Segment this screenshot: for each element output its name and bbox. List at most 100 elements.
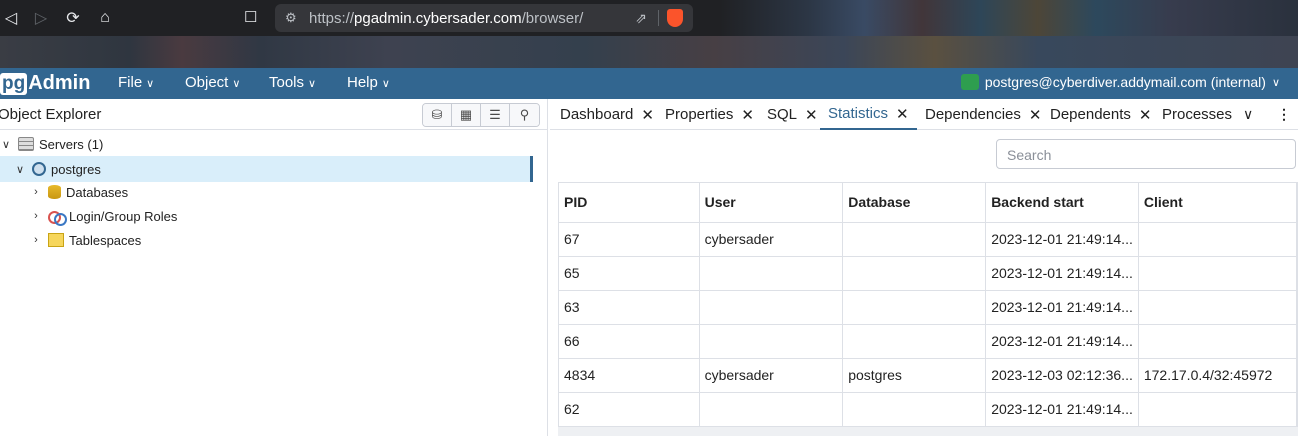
cell-backend-start[interactable]: 2023-12-03 02:12:36... <box>985 358 1139 393</box>
cell-pid[interactable]: 66 <box>559 324 700 359</box>
chevron-right-icon[interactable]: › <box>30 186 42 198</box>
chevron-down-icon: ∨ <box>381 78 390 90</box>
cell-pid[interactable]: 4834 <box>559 358 700 393</box>
reload-icon[interactable]: ⟳ <box>58 3 88 33</box>
cell-user[interactable] <box>699 324 844 359</box>
table-row[interactable]: 65 2023-12-01 21:49:14... <box>559 256 1297 291</box>
chevron-right-icon[interactable]: › <box>30 210 42 222</box>
cell-user[interactable]: cybersader <box>699 222 844 257</box>
query-tool-icon[interactable]: ⛁ <box>423 104 452 126</box>
menu-help[interactable]: Help ∨ <box>347 74 390 91</box>
tree-item-tablespaces[interactable]: › Tablespaces <box>0 228 533 252</box>
cell-client[interactable] <box>1138 222 1297 257</box>
cell-backend-start[interactable]: 2023-12-01 21:49:14... <box>985 392 1139 427</box>
close-icon[interactable]: ✕ <box>805 106 818 124</box>
cell-user[interactable] <box>699 256 844 291</box>
cell-user[interactable]: cybersader <box>699 358 844 393</box>
tab-sql[interactable]: SQL ✕ <box>767 99 818 130</box>
tree-item-servers[interactable]: ∨ Servers (1) <box>0 132 533 156</box>
tab-dependencies[interactable]: Dependencies ✕ <box>925 99 1041 130</box>
brave-shield-icon[interactable] <box>667 9 683 27</box>
chevron-down-icon[interactable]: ∨ <box>1243 106 1253 123</box>
user-label: postgres@cyberdiver.addymail.com (intern… <box>984 74 1266 90</box>
table-row[interactable]: 62 2023-12-01 21:49:14... <box>559 392 1297 427</box>
tab-processes[interactable]: Processes <box>1162 99 1232 130</box>
cell-backend-start[interactable]: 2023-12-01 21:49:14... <box>985 256 1139 291</box>
close-icon[interactable]: ✕ <box>1139 106 1152 124</box>
pgadmin-logo[interactable]: pg Admin <box>0 71 90 96</box>
tab-properties[interactable]: Properties ✕ <box>665 99 754 130</box>
cell-pid[interactable]: 62 <box>559 392 700 427</box>
user-menu[interactable]: postgres@cyberdiver.addymail.com (intern… <box>960 74 1280 90</box>
tree-item-label: postgres <box>51 161 101 177</box>
search-input[interactable]: Search <box>996 139 1296 169</box>
app-menubar: pg Admin File ∨ Object ∨ Tools ∨ Help ∨ postg… <box>0 68 1298 99</box>
table-row[interactable]: 66 2023-12-01 21:49:14... <box>559 324 1297 359</box>
cell-database[interactable]: postgres <box>842 358 987 393</box>
blurred-bookmarks-bar <box>0 36 1298 68</box>
cell-pid[interactable]: 67 <box>559 222 700 257</box>
cell-database[interactable] <box>842 324 987 359</box>
cell-client[interactable] <box>1138 290 1297 325</box>
column-header-backend-start[interactable]: Backend start <box>985 183 1139 223</box>
object-explorer-header: Object Explorer ⛁ ▦ ☰ ⚲ <box>0 99 548 130</box>
cell-database[interactable] <box>842 290 987 325</box>
bookmark-icon[interactable]: ☐ <box>244 8 257 26</box>
cell-client[interactable] <box>1138 256 1297 291</box>
table-row[interactable]: 4834 cybersader postgres 2023-12-03 02:1… <box>559 358 1297 393</box>
chevron-down-icon[interactable]: ∨ <box>14 163 26 176</box>
cell-database[interactable] <box>842 392 987 427</box>
chevron-down-icon: ∨ <box>146 78 155 90</box>
tree-item-postgres[interactable]: ∨ postgres <box>0 156 533 182</box>
cell-backend-start[interactable]: 2023-12-01 21:49:14... <box>985 324 1139 359</box>
column-header-pid[interactable]: PID <box>559 183 700 223</box>
cell-pid[interactable]: 63 <box>559 290 700 325</box>
cell-backend-start[interactable]: 2023-12-01 21:49:14... <box>985 222 1139 257</box>
cell-pid[interactable]: 65 <box>559 256 700 291</box>
tree-item-databases[interactable]: › Databases <box>0 180 533 204</box>
column-header-client[interactable]: Client <box>1138 183 1297 223</box>
cell-client[interactable] <box>1138 324 1297 359</box>
user-avatar-icon <box>960 74 979 90</box>
share-icon[interactable]: ⇗ <box>635 10 647 27</box>
site-info-icon[interactable]: ⚙ <box>285 10 301 26</box>
tablespaces-icon <box>48 233 64 247</box>
address-bar[interactable]: ⚙ https://pgadmin.cybersader.com/browser… <box>275 4 693 32</box>
chevron-right-icon[interactable]: › <box>30 234 42 246</box>
cell-client[interactable]: 172.17.0.4/32:45972 <box>1138 358 1297 393</box>
menu-file[interactable]: File ∨ <box>118 74 154 91</box>
menu-tools[interactable]: Tools ∨ <box>269 74 316 91</box>
close-icon[interactable]: ✕ <box>1029 106 1042 124</box>
tab-statistics[interactable]: Statistics ✕ <box>820 99 917 130</box>
cell-user[interactable] <box>699 290 844 325</box>
view-data-icon[interactable]: ▦ <box>452 104 481 126</box>
cell-database[interactable] <box>842 256 987 291</box>
blurred-extensions-area <box>720 0 1298 36</box>
tab-dashboard[interactable]: Dashboard ✕ <box>560 99 654 130</box>
column-header-user[interactable]: User <box>699 183 844 223</box>
tab-dependents[interactable]: Dependents ✕ <box>1050 99 1151 130</box>
cell-client[interactable] <box>1138 392 1297 427</box>
tree-item-label: Tablespaces <box>69 232 142 248</box>
chevron-down-icon: ∨ <box>1271 76 1280 89</box>
tree-item-login-group-roles[interactable]: › Login/Group Roles <box>0 204 533 228</box>
more-options-icon[interactable]: ⋮ <box>1277 106 1291 123</box>
close-icon[interactable]: ✕ <box>741 106 754 124</box>
table-row[interactable]: 67 cybersader 2023-12-01 21:49:14... <box>559 222 1297 257</box>
forward-icon[interactable]: ▷ <box>26 3 56 33</box>
table-row[interactable]: 63 2023-12-01 21:49:14... <box>559 290 1297 325</box>
chevron-down-icon: ∨ <box>308 78 317 90</box>
divider <box>658 10 659 26</box>
close-icon[interactable]: ✕ <box>896 105 909 123</box>
chevron-down-icon[interactable]: ∨ <box>0 138 12 151</box>
back-icon[interactable]: ◁ <box>0 3 26 33</box>
menu-object[interactable]: Object ∨ <box>185 74 240 91</box>
home-icon[interactable]: ⌂ <box>90 3 120 33</box>
filter-rows-icon[interactable]: ☰ <box>481 104 510 126</box>
close-icon[interactable]: ✕ <box>641 106 654 124</box>
search-objects-icon[interactable]: ⚲ <box>510 104 539 126</box>
cell-user[interactable] <box>699 392 844 427</box>
cell-database[interactable] <box>842 222 987 257</box>
cell-backend-start[interactable]: 2023-12-01 21:49:14... <box>985 290 1139 325</box>
column-header-database[interactable]: Database <box>842 183 987 223</box>
